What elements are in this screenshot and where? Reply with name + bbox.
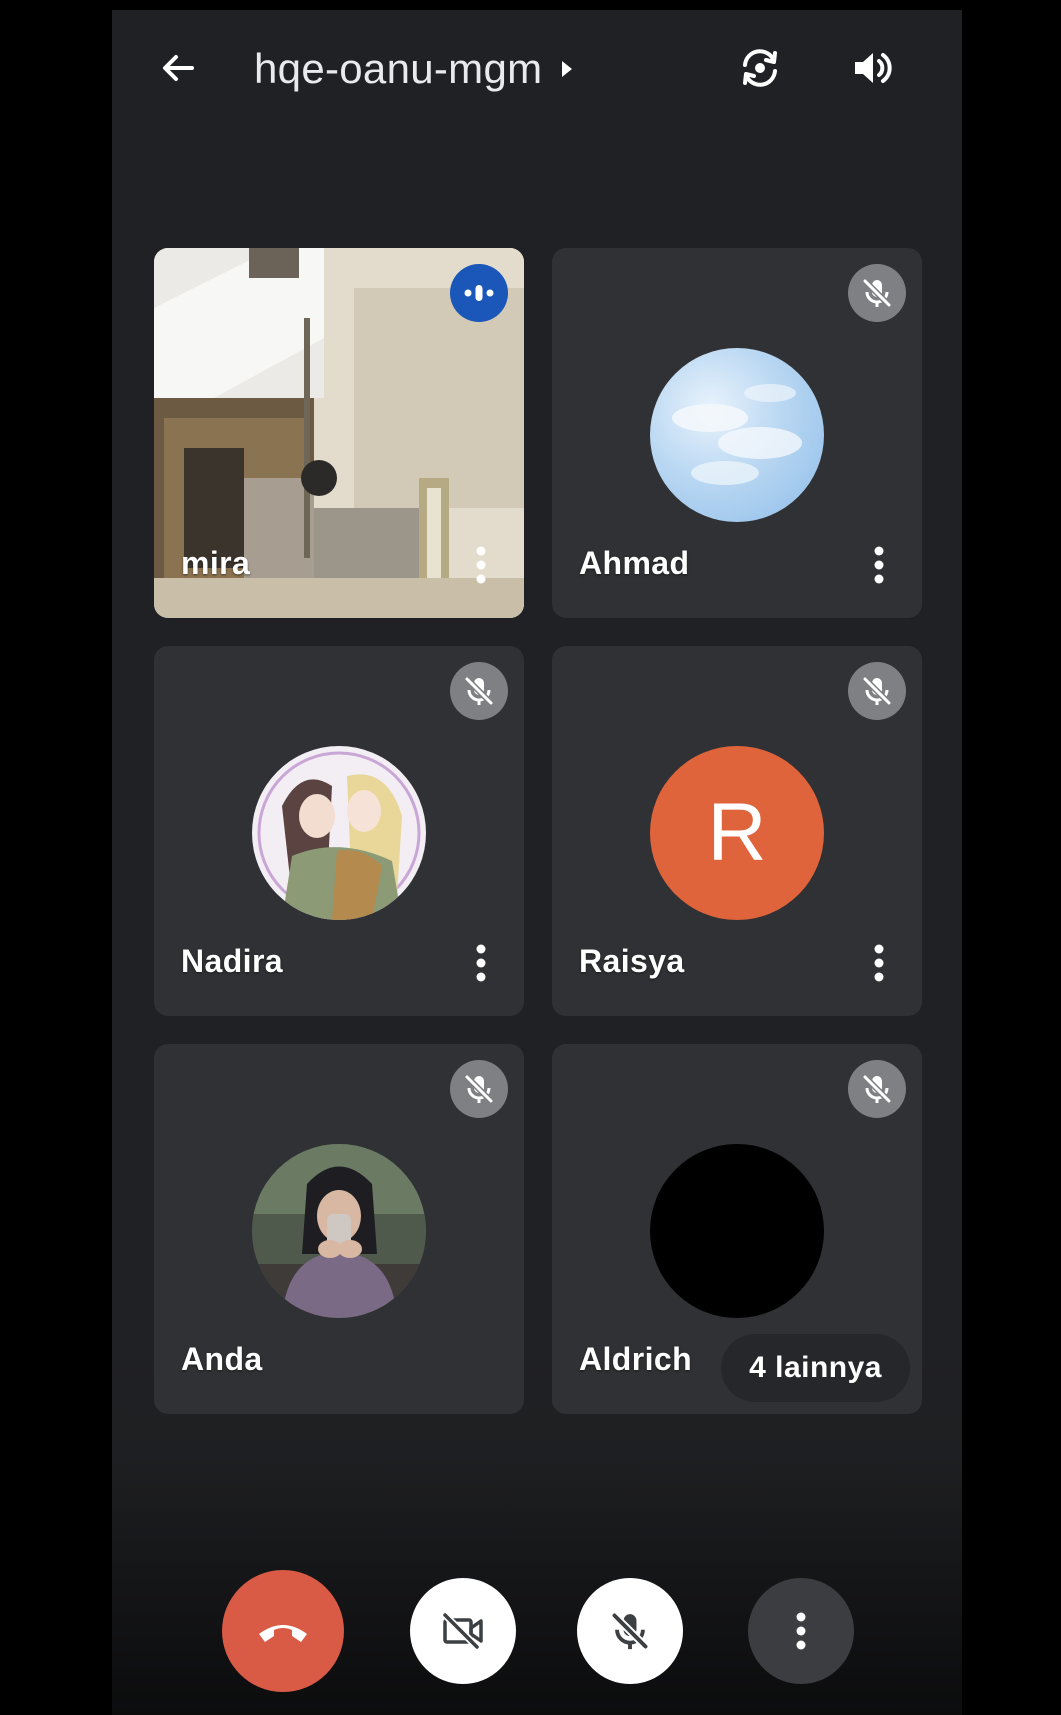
- avatar: [650, 1144, 824, 1318]
- top-bar: hqe-oanu-mgm: [112, 10, 962, 130]
- more-options-button[interactable]: [748, 1578, 854, 1684]
- speaker-button[interactable]: [844, 40, 900, 96]
- mic-muted-badge: [450, 662, 508, 720]
- meeting-code-button[interactable]: hqe-oanu-mgm: [254, 44, 574, 94]
- participant-name: Raisya: [579, 943, 685, 979]
- camera-toggle-button[interactable]: [410, 1578, 516, 1684]
- more-vertical-icon: [796, 1612, 806, 1650]
- participant-menu-button[interactable]: [466, 542, 496, 588]
- participant-tile-nadira[interactable]: Nadira: [154, 646, 524, 1016]
- participant-tile-aldrich[interactable]: Aldrich 4 lainnya: [552, 1044, 922, 1414]
- more-vertical-icon: [874, 546, 884, 584]
- mic-off-icon: [862, 676, 892, 706]
- avatar: [252, 1144, 426, 1318]
- more-participants-label: 4 lainnya: [749, 1351, 882, 1384]
- more-vertical-icon: [874, 944, 884, 982]
- participant-name: Aldrich: [579, 1341, 693, 1377]
- mic-off-icon: [464, 676, 494, 706]
- participant-name: Nadira: [181, 943, 283, 979]
- participant-name: mira: [181, 545, 251, 581]
- meeting-code: hqe-oanu-mgm: [254, 45, 543, 92]
- avatar: [650, 348, 824, 522]
- bottom-fade: [112, 1455, 962, 1715]
- participant-tile-mira[interactable]: mira: [154, 248, 524, 618]
- mic-off-icon: [464, 1074, 494, 1104]
- audio-level-icon: [464, 285, 494, 301]
- participant-tile-raisya[interactable]: R Raisya: [552, 646, 922, 1016]
- mic-muted-badge: [848, 662, 906, 720]
- mic-off-icon: [611, 1612, 649, 1650]
- participant-tile-anda[interactable]: Anda: [154, 1044, 524, 1414]
- avatar: [252, 746, 426, 920]
- avatar: R: [650, 746, 824, 920]
- switch-camera-icon: [743, 49, 777, 87]
- arrow-left-icon: [163, 55, 194, 81]
- mic-muted-badge: [848, 1060, 906, 1118]
- participant-tile-ahmad[interactable]: Ahmad: [552, 248, 922, 618]
- mic-off-icon: [862, 1074, 892, 1104]
- switch-camera-button[interactable]: [732, 40, 788, 96]
- more-vertical-icon: [476, 546, 486, 584]
- end-call-icon: [259, 1625, 307, 1642]
- caret-right-icon: [562, 61, 573, 77]
- participant-name: Ahmad: [579, 545, 690, 581]
- back-button[interactable]: [150, 40, 206, 96]
- user-photo: [252, 1144, 426, 1318]
- participant-menu-button[interactable]: [466, 940, 496, 986]
- avatar-initial: R: [707, 787, 767, 878]
- mic-muted-badge: [848, 264, 906, 322]
- anime-illustration: [257, 751, 421, 920]
- mic-toggle-button[interactable]: [577, 1578, 683, 1684]
- more-vertical-icon: [476, 944, 486, 982]
- meet-screen: hqe-oanu-mgm mira Ahmad Nadira R Raisya …: [112, 10, 962, 1715]
- end-call-button[interactable]: [222, 1570, 344, 1692]
- speaker-icon: [855, 53, 892, 83]
- camera-off-icon: [442, 1612, 483, 1650]
- more-participants-button[interactable]: 4 lainnya: [721, 1334, 910, 1402]
- participant-menu-button[interactable]: [864, 940, 894, 986]
- speaking-indicator: [450, 264, 508, 322]
- mic-muted-badge: [450, 1060, 508, 1118]
- mic-off-icon: [862, 278, 892, 308]
- sky-photo: [672, 384, 802, 485]
- participant-name: Anda: [181, 1341, 263, 1377]
- participant-menu-button[interactable]: [864, 542, 894, 588]
